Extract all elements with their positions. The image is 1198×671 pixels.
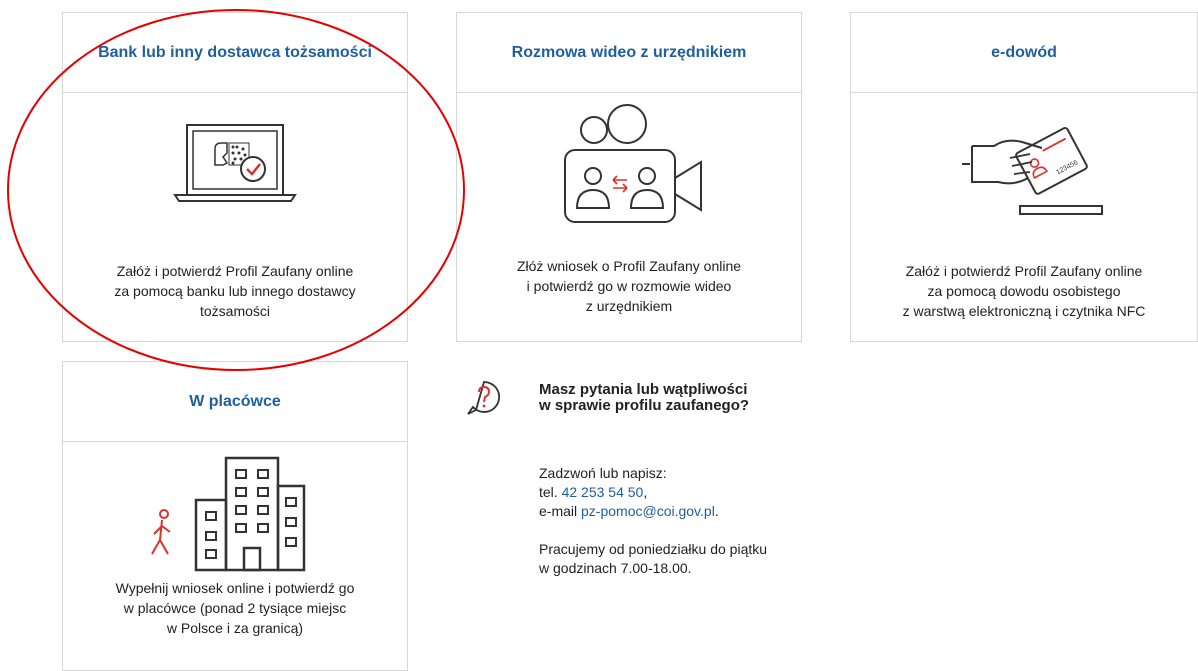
- desc-line: Załóż i potwierdź Profil Zaufany online: [116, 263, 354, 279]
- card-description: Załóż i potwierdź Profil Zaufany online …: [861, 261, 1187, 321]
- hand-id-card-icon: 123456: [851, 97, 1197, 237]
- email-suffix: .: [714, 503, 719, 519]
- phone-prefix: tel.: [539, 484, 562, 500]
- email-link[interactable]: pz-pomoc@coi.gov.pl: [581, 503, 715, 519]
- contact-intro: Zadzwoń lub napisz:: [539, 465, 667, 481]
- card-description: Złóż wniosek o Profil Zaufany online i p…: [467, 256, 791, 316]
- desc-line: z urzędnikiem: [585, 298, 673, 314]
- desc-line: Załóż i potwierdź Profil Zaufany online: [905, 263, 1143, 279]
- laptop-id-check-icon: [63, 97, 407, 237]
- building-walker-icon: [63, 446, 407, 576]
- card-title-link[interactable]: Rozmowa wideo z urzędnikiem: [457, 13, 801, 93]
- phone-link[interactable]: 42 253 54 50: [562, 484, 644, 500]
- phone-suffix: ,: [643, 484, 648, 500]
- card-description: Wypełnij wniosek online i potwierdź go w…: [73, 578, 397, 638]
- card-bank[interactable]: Bank lub inny dostawca tożsamości Załóż …: [62, 12, 408, 342]
- card-edowod[interactable]: e-dowód 123456 Załóż i potwierdź Profil …: [850, 12, 1198, 342]
- card-placowka[interactable]: W placówce Wypełnij wniosek online i pot…: [62, 361, 408, 671]
- video-call-icon: [457, 97, 801, 237]
- hours-line: w godzinach 7.00-18.00.: [539, 560, 692, 576]
- help-title-line: w sprawie profilu zaufanego?: [539, 397, 750, 414]
- phone-line: tel. 42 253 54 50,: [539, 483, 839, 502]
- desc-line: w Polsce i za granicą): [166, 620, 304, 636]
- card-description: Załóż i potwierdź Profil Zaufany online …: [73, 261, 397, 321]
- help-contact: Zadzwoń lub napisz: tel. 42 253 54 50, e…: [539, 464, 839, 578]
- hours-line: Pracujemy od poniedziałku do piątku: [539, 541, 768, 557]
- desc-line: Złóż wniosek o Profil Zaufany online: [516, 258, 742, 274]
- card-title-link[interactable]: W placówce: [63, 362, 407, 442]
- desc-line: z warstwą elektroniczną i czytnika NFC: [902, 303, 1146, 319]
- help-title-line: Masz pytania lub wątpliwości: [539, 381, 748, 398]
- card-title-link[interactable]: Bank lub inny dostawca tożsamości: [63, 13, 407, 93]
- question-bubble-icon: [464, 378, 504, 418]
- desc-line: tożsamości: [199, 303, 271, 319]
- desc-line: i potwierdź go w rozmowie wideo: [526, 278, 732, 294]
- help-title: Masz pytania lub wątpliwości w sprawie p…: [539, 382, 839, 414]
- card-title-link[interactable]: e-dowód: [851, 13, 1197, 93]
- card-video[interactable]: Rozmowa wideo z urzędnikiem Złóż wniosek…: [456, 12, 802, 342]
- desc-line: Wypełnij wniosek online i potwierdź go: [115, 580, 355, 596]
- desc-line: w placówce (ponad 2 tysiące miejsc: [123, 600, 347, 616]
- desc-line: za pomocą dowodu osobistego: [927, 283, 1121, 299]
- email-prefix: e-mail: [539, 503, 582, 519]
- desc-line: za pomocą banku lub innego dostawcy: [114, 283, 356, 299]
- email-line: e-mail pz-pomoc@coi.gov.pl.: [539, 502, 839, 521]
